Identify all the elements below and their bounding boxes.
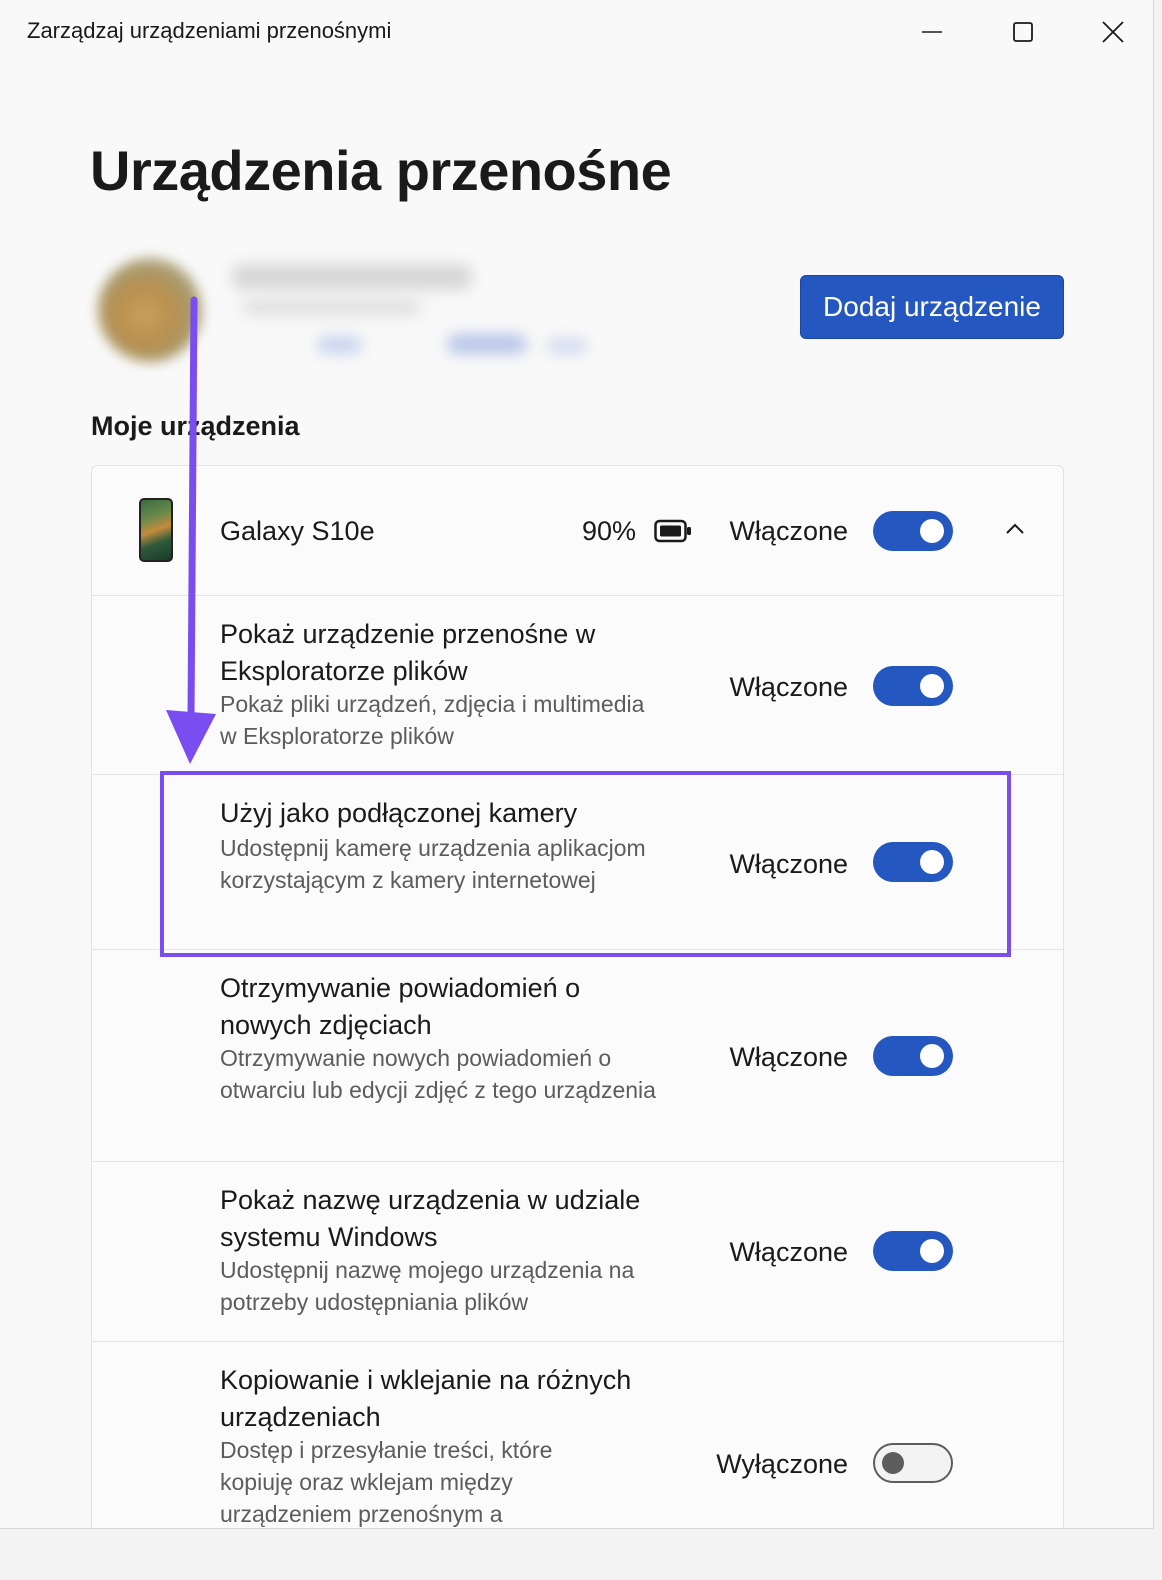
device-header-row[interactable]: Galaxy S10e 90% Włączone xyxy=(92,466,1063,595)
page-title: Urządzenia przenośne xyxy=(90,139,672,202)
avatar xyxy=(98,258,202,362)
section-title: Moje urządzenia xyxy=(91,411,300,441)
maximize-icon xyxy=(1013,22,1033,42)
setting-toggle-photo-notifications[interactable] xyxy=(873,1036,953,1076)
minimize-button[interactable] xyxy=(909,10,955,54)
title-bar: Zarządzaj urządzeniami przenośnymi xyxy=(0,0,1153,64)
setting-row-file-explorer: Pokaż urządzenie przenośne w Eksplorator… xyxy=(92,595,1063,774)
device-card: Galaxy S10e 90% Włączone Pokaż urządzeni… xyxy=(91,465,1064,1528)
setting-title: Kopiowanie i wklejanie na różnych urządz… xyxy=(220,1365,632,1432)
toggle-knob xyxy=(920,1239,944,1263)
account-info-blurred xyxy=(92,250,612,370)
setting-state-label: Włączone xyxy=(729,1042,848,1072)
setting-title: Pokaż urządzenie przenośne w Eksplorator… xyxy=(220,619,596,686)
blurred-link xyxy=(317,336,362,354)
device-toggle[interactable] xyxy=(873,511,953,551)
blurred-account-detail xyxy=(242,298,422,316)
setting-toggle-windows-share[interactable] xyxy=(873,1231,953,1271)
setting-state-label: Włączone xyxy=(729,672,848,702)
phone-icon xyxy=(139,498,173,562)
device-state-label: Włączone xyxy=(729,516,848,546)
chevron-up-icon[interactable] xyxy=(997,516,1033,542)
blurred-link xyxy=(447,334,527,354)
app-window: Zarządzaj urządzeniami przenośnymi Urząd… xyxy=(0,0,1154,1529)
setting-description: Udostępnij nazwę mojego urządzenia na po… xyxy=(220,1257,635,1315)
setting-description: Pokaż pliki urządzeń, zdjęcia i multimed… xyxy=(220,691,645,749)
setting-toggle-cross-device-copy-paste[interactable] xyxy=(873,1443,953,1483)
device-name: Galaxy S10e xyxy=(220,516,375,546)
setting-description: Otrzymywanie nowych powiadomień o otwarc… xyxy=(220,1045,656,1103)
minimize-icon xyxy=(922,31,942,33)
maximize-button[interactable] xyxy=(1000,10,1046,54)
window-title: Zarządzaj urządzeniami przenośnymi xyxy=(27,18,392,43)
toggle-knob xyxy=(920,674,944,698)
toggle-knob xyxy=(920,1044,944,1068)
setting-title: Otrzymywanie powiadomień o nowych zdjęci… xyxy=(220,973,581,1040)
setting-state-label: Wyłączone xyxy=(716,1449,848,1479)
setting-title: Użyj jako podłączonej kamery xyxy=(220,798,578,828)
setting-state-label: Włączone xyxy=(729,1237,848,1267)
setting-state-label: Włączone xyxy=(729,849,848,879)
setting-row-cross-device-copy-paste: Kopiowanie i wklejanie na różnych urządz… xyxy=(92,1341,1063,1528)
setting-row-photo-notifications: Otrzymywanie powiadomień o nowych zdjęci… xyxy=(92,949,1063,1161)
setting-toggle-connected-camera[interactable] xyxy=(873,842,953,882)
blurred-account-name xyxy=(232,264,472,290)
setting-description: Dostęp i przesyłanie treści, które kopiu… xyxy=(220,1437,553,1527)
add-device-button[interactable]: Dodaj urządzenie xyxy=(800,275,1064,339)
setting-title: Pokaż nazwę urządzenia w udziale systemu… xyxy=(220,1185,641,1252)
close-button[interactable] xyxy=(1090,10,1136,54)
blurred-link xyxy=(547,338,587,354)
toggle-knob xyxy=(920,850,944,874)
setting-row-connected-camera: Użyj jako podłączonej kamery Udostępnij … xyxy=(92,774,1063,949)
setting-toggle-file-explorer[interactable] xyxy=(873,666,953,706)
toggle-knob xyxy=(882,1452,904,1474)
setting-description: Udostępnij kamerę urządzenia aplikacjom … xyxy=(220,835,646,893)
setting-row-windows-share: Pokaż nazwę urządzenia w udziale systemu… xyxy=(92,1161,1063,1341)
close-icon xyxy=(1102,21,1124,43)
toggle-knob xyxy=(920,519,944,543)
